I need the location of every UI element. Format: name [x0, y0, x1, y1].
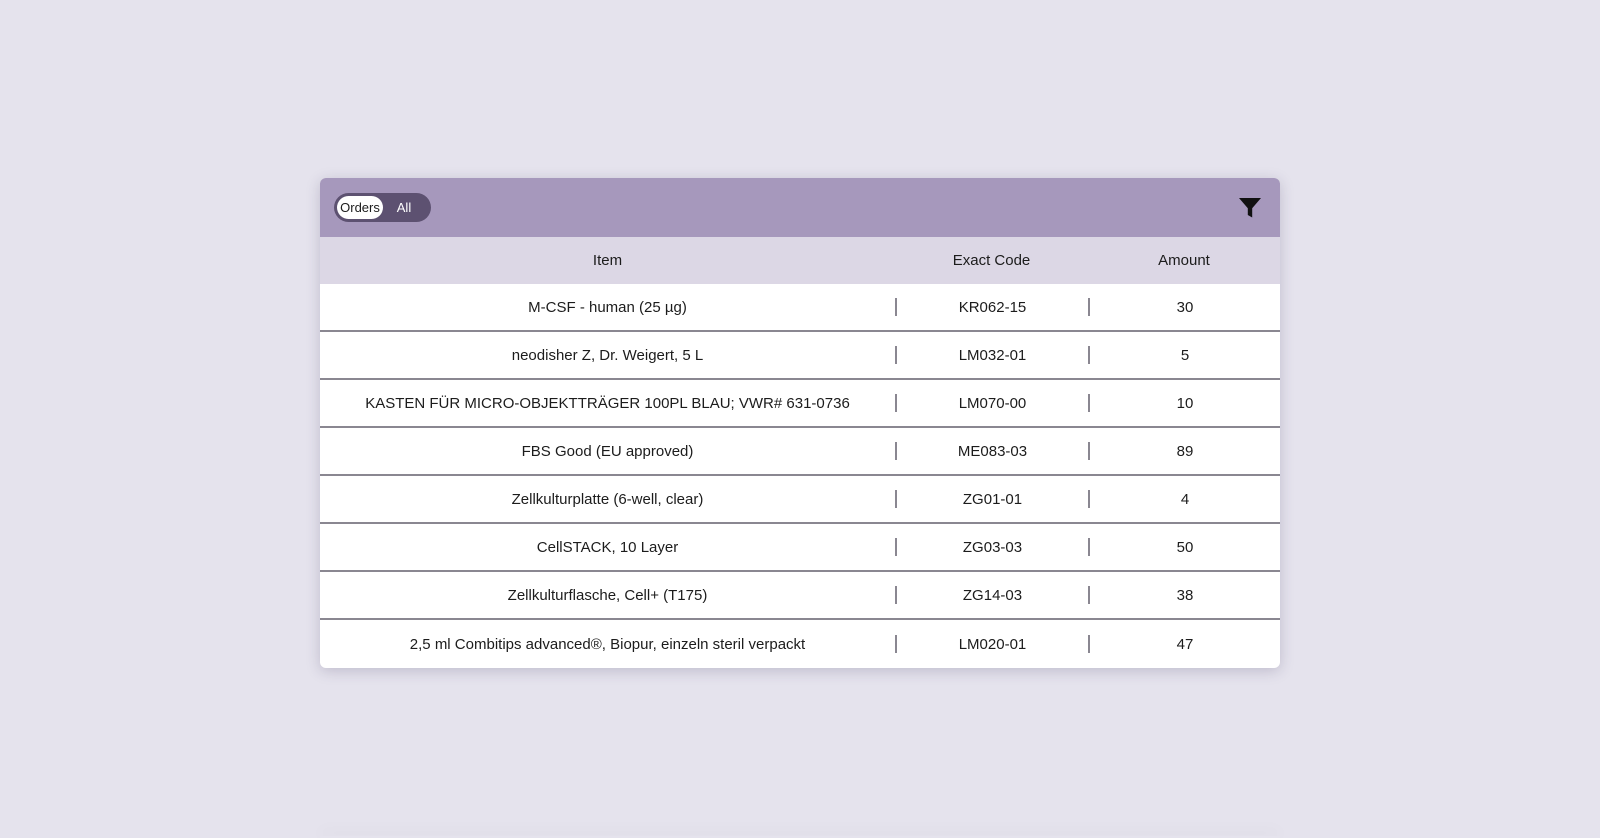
orders-table-card: Orders All Item Exact Code Amount M-CSF … — [320, 178, 1280, 668]
table-row[interactable]: KASTEN FÜR MICRO-OBJEKTTRÄGER 100PL BLAU… — [320, 380, 1280, 428]
column-header-exact-code[interactable]: Exact Code — [895, 252, 1088, 269]
table-row[interactable]: Zellkulturplatte (6-well, clear) ZG01-01… — [320, 476, 1280, 524]
code-cell: LM032-01 — [958, 346, 1027, 364]
code-cell: ZG01-01 — [962, 490, 1023, 508]
table-row[interactable]: CellSTACK, 10 Layer ZG03-03 50 — [320, 524, 1280, 572]
code-cell: LM070-00 — [958, 394, 1027, 412]
table-toolbar: Orders All — [320, 178, 1280, 237]
table-row[interactable]: M-CSF - human (25 µg) KR062-15 30 — [320, 284, 1280, 332]
item-cell: Zellkulturflasche, Cell+ (T175) — [507, 586, 708, 604]
amount-cell: 4 — [1180, 490, 1190, 508]
amount-cell: 47 — [1176, 635, 1194, 653]
column-header-amount[interactable]: Amount — [1088, 252, 1280, 269]
item-cell: 2,5 ml Combitips advanced®, Biopur, einz… — [409, 635, 806, 653]
orders-all-toggle[interactable]: Orders All — [334, 193, 431, 222]
toggle-option-all[interactable]: All — [383, 196, 425, 219]
table-row[interactable]: 2,5 ml Combitips advanced®, Biopur, einz… — [320, 620, 1280, 668]
item-cell: FBS Good (EU approved) — [521, 442, 694, 460]
table-body: M-CSF - human (25 µg) KR062-15 30 neodis… — [320, 284, 1280, 668]
code-cell: ZG14-03 — [962, 586, 1023, 604]
table-row[interactable]: Zellkulturflasche, Cell+ (T175) ZG14-03 … — [320, 572, 1280, 620]
code-cell: ZG03-03 — [962, 538, 1023, 556]
amount-cell: 89 — [1176, 442, 1194, 460]
table-header-row: Item Exact Code Amount — [320, 237, 1280, 284]
amount-cell: 5 — [1180, 346, 1190, 364]
column-header-item[interactable]: Item — [320, 252, 895, 269]
code-cell: LM020-01 — [958, 635, 1027, 653]
item-cell: Zellkulturplatte (6-well, clear) — [511, 490, 704, 508]
item-cell: neodisher Z, Dr. Weigert, 5 L — [511, 346, 704, 364]
code-cell: ME083-03 — [957, 442, 1028, 460]
amount-cell: 38 — [1176, 586, 1194, 604]
item-cell: KASTEN FÜR MICRO-OBJEKTTRÄGER 100PL BLAU… — [365, 394, 850, 412]
code-cell: KR062-15 — [958, 298, 1027, 316]
table-row[interactable]: neodisher Z, Dr. Weigert, 5 L LM032-01 5 — [320, 332, 1280, 380]
amount-cell: 30 — [1176, 298, 1194, 316]
amount-cell: 10 — [1176, 394, 1194, 412]
table-row[interactable]: FBS Good (EU approved) ME083-03 89 — [320, 428, 1280, 476]
filter-icon[interactable] — [1238, 196, 1262, 220]
amount-cell: 50 — [1176, 538, 1194, 556]
item-cell: CellSTACK, 10 Layer — [536, 538, 679, 556]
item-cell: M-CSF - human (25 µg) — [528, 298, 687, 316]
toggle-option-orders[interactable]: Orders — [337, 196, 383, 219]
